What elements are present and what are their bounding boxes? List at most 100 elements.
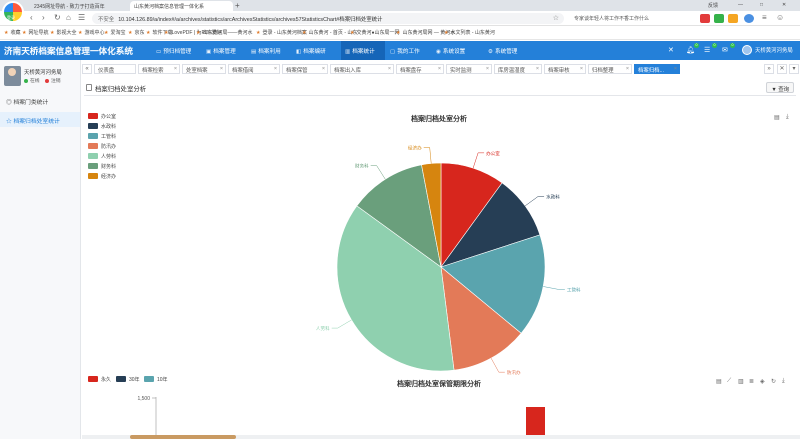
page-tab[interactable]: 实时监测 × — [446, 64, 492, 74]
menu-item[interactable]: ⚙ 系统管理 — [484, 41, 528, 60]
close-tab-icon[interactable]: × — [322, 66, 325, 72]
menu-item[interactable]: ◧ 档案编研 — [292, 41, 340, 60]
legend-label[interactable]: 永久 — [101, 376, 111, 383]
menu-item[interactable]: ▢ 我的工作 — [386, 41, 430, 60]
extension-icon[interactable] — [728, 14, 738, 23]
legend-label[interactable]: 经济办 — [101, 173, 116, 180]
home-icon[interactable]: ⌂ — [66, 14, 71, 22]
fullscreen-icon[interactable]: ✕ — [668, 46, 674, 54]
sidebar-item-category-stats[interactable]: ◎ 档案门类统计 — [0, 93, 80, 108]
line-chart-icon[interactable]: ⟋ — [727, 378, 731, 385]
legend-label[interactable]: 30年 — [129, 376, 140, 383]
pie-slice-label: 工管科 — [567, 286, 581, 293]
view-data-icon[interactable]: ▤ — [716, 378, 722, 385]
url-field[interactable]: 不安全 10.104.126.89/a/index#/a/archives/sta… — [92, 13, 564, 24]
history-icon[interactable]: ☰ — [78, 14, 85, 22]
close-tab-icon[interactable]: × — [220, 66, 223, 72]
logout-link[interactable]: 注销 — [51, 79, 61, 84]
browser-search-box[interactable]: 专家谈年轻人将工作不香工作什么 — [570, 13, 684, 24]
close-tab-icon[interactable]: × — [580, 66, 583, 72]
page-tab[interactable]: 仪表盘 — [94, 64, 136, 74]
bookmark-item[interactable]: ★ 游戏中心 — [78, 29, 105, 36]
header-user-name[interactable]: 天桥黄河河务局 — [755, 46, 793, 54]
menu-item[interactable]: ◉ 系统设置 — [432, 41, 482, 60]
extension-icon[interactable] — [700, 14, 710, 23]
bookmark-item[interactable]: ★ 收藏 — [4, 29, 21, 36]
close-window-button[interactable]: ✕ — [782, 2, 786, 8]
close-tab-icon[interactable]: × — [674, 66, 677, 72]
pie-label-line — [370, 165, 386, 180]
scrollbar-thumb[interactable] — [130, 435, 236, 439]
avatar[interactable] — [742, 45, 752, 55]
tabs-scroll-right-icon[interactable]: » — [764, 64, 774, 74]
page-tab[interactable]: 档案借阅 × — [228, 64, 280, 74]
tabs-close-all-icon[interactable]: ✕ — [777, 64, 787, 74]
bell-icon[interactable]: 🔔︎ — [686, 46, 695, 54]
bookmark-item[interactable]: ★ 网址导航 — [22, 29, 49, 36]
bar-chart-icon[interactable]: ▥ — [738, 378, 744, 385]
menu-item[interactable]: ▤ 档案利用 — [247, 41, 291, 60]
menu-icon[interactable]: ≡ — [762, 14, 767, 22]
bookmark-item[interactable]: ★ 京东 — [128, 29, 145, 36]
page-tab[interactable]: 档案检索 × — [138, 64, 180, 74]
browser-tab-active[interactable]: 山东黄河档案信息管理一体化系 — [130, 1, 233, 11]
stack-icon[interactable]: ≣ — [749, 378, 754, 385]
menu-item[interactable]: ▣ 档案管理 — [202, 41, 246, 60]
legend-label[interactable]: 办公室 — [101, 113, 116, 120]
menu-item[interactable]: ▭ 预归档管理 — [152, 41, 200, 60]
bookmark-item[interactable]: ★ 水文列表 - 山东黄河 — [444, 29, 495, 36]
page-tab[interactable]: 处室档案 × — [182, 64, 226, 74]
page-tab[interactable]: 档案保管 × — [282, 64, 328, 74]
user-icon[interactable]: ☺ — [776, 14, 784, 22]
page-tab[interactable]: 档案审核 × — [544, 64, 586, 74]
query-button[interactable]: ▼ 查询 — [766, 82, 794, 93]
legend-label[interactable]: 人劳科 — [101, 153, 116, 160]
bookmark-icon: ★ — [146, 30, 151, 36]
close-tab-icon[interactable]: × — [274, 66, 277, 72]
bookmark-star-icon[interactable]: ☆ — [553, 14, 559, 22]
browser-tab[interactable]: 2345网址导航 - 致力于打造百年 — [30, 1, 126, 11]
close-tab-icon[interactable]: × — [486, 66, 489, 72]
extension-icon[interactable] — [714, 14, 724, 23]
sidebar-item-department-stats[interactable]: ☆ 档案归档处室统计 — [0, 112, 80, 127]
browser-logo-icon[interactable]: 登录 — [2, 1, 24, 23]
bookmark-item[interactable]: ★ 影视大全 — [50, 29, 77, 36]
close-tab-icon[interactable]: × — [388, 66, 391, 72]
extension-icon[interactable] — [744, 14, 754, 23]
forward-icon[interactable]: › — [42, 14, 45, 22]
legend-label[interactable]: 防汛办 — [101, 143, 116, 150]
feedback-link[interactable]: 反馈 — [708, 2, 718, 9]
close-tab-icon[interactable]: × — [536, 66, 539, 72]
close-tab-icon[interactable]: × — [626, 66, 629, 72]
tasks-icon[interactable]: ☰ — [704, 46, 710, 54]
bookmark-item[interactable]: ★ 交黄河●山东局一网 — [350, 29, 400, 36]
page-tab[interactable]: 档案出入库 × — [330, 64, 394, 74]
bookmark-item[interactable]: ★ 爱淘宝 — [104, 29, 126, 36]
tabs-menu-icon[interactable]: ▾ — [789, 64, 799, 74]
page-tab[interactable]: 档案归档... × — [634, 64, 680, 74]
menu-item[interactable]: ▥ 档案统计 — [341, 41, 385, 60]
download-icon[interactable]: ⤓ — [782, 378, 785, 385]
mail-icon[interactable]: ✉ — [722, 46, 728, 54]
legend-label[interactable]: 财务科 — [101, 163, 116, 170]
new-tab-button[interactable]: + — [235, 1, 240, 10]
close-tab-icon[interactable]: × — [174, 66, 177, 72]
page-tab[interactable]: 归档整理 × — [588, 64, 632, 74]
view-data-icon[interactable]: ▤ — [774, 114, 780, 121]
tiled-icon[interactable]: ◈ — [760, 378, 765, 385]
bookmark-item[interactable]: ★ 山东黄河局——黄河水 — [196, 29, 253, 36]
restore-icon[interactable]: ↻ — [771, 378, 776, 385]
minimize-button[interactable]: — — [738, 2, 743, 8]
page-tab[interactable]: 库房温湿度 × — [494, 64, 542, 74]
page-tab[interactable]: 档案盘存 × — [396, 64, 444, 74]
legend-label[interactable]: 水政科 — [101, 123, 116, 130]
maximize-button[interactable]: □ — [760, 2, 763, 8]
download-icon[interactable]: ⤓ — [786, 114, 789, 121]
legend-label[interactable]: 工管科 — [101, 133, 116, 140]
legend-label[interactable]: 10年 — [157, 376, 168, 383]
tabs-scroll-left-icon[interactable]: « — [82, 64, 92, 74]
bookmark-item[interactable]: ★ 登录 - 山东黄河档案 — [256, 29, 307, 36]
reload-icon[interactable]: ↻ — [54, 14, 61, 22]
close-tab-icon[interactable]: × — [438, 66, 441, 72]
back-icon[interactable]: ‹ — [30, 14, 33, 22]
